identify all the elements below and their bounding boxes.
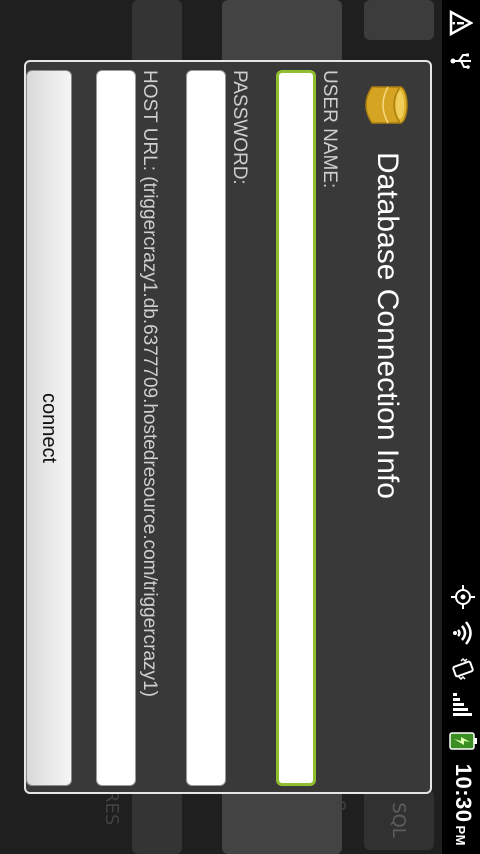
connect-button[interactable]: connect	[26, 70, 72, 786]
dialog-title: Database Connection Info	[371, 152, 404, 499]
host-url-label: HOST URL: (triggercrazy1.db.6377709.host…	[139, 70, 160, 697]
gps-icon	[450, 584, 476, 610]
password-label: PASSWORD:	[229, 70, 250, 185]
connection-dialog: Database Connection Info USER NAME: PASS…	[24, 60, 432, 794]
vibrate-icon	[450, 656, 476, 682]
usb-icon	[448, 48, 474, 74]
screen: 10:30PM SQL e RES Database Connection In…	[0, 0, 480, 854]
battery-icon	[449, 728, 477, 754]
username-label: USER NAME:	[319, 70, 340, 189]
clock: 10:30PM	[450, 764, 476, 846]
wifi-icon	[450, 620, 476, 646]
warning-icon	[448, 10, 474, 36]
host-url-field[interactable]	[96, 70, 136, 786]
status-bar: 10:30PM	[442, 0, 480, 854]
dialog-header: Database Connection Info	[342, 62, 430, 792]
database-icon	[365, 86, 408, 124]
clock-time: 10:30	[451, 763, 476, 823]
connect-button-label: connect	[38, 392, 61, 464]
password-field[interactable]	[186, 70, 226, 786]
signal-icon	[450, 692, 476, 718]
username-field[interactable]	[276, 70, 316, 786]
clock-ampm: PM	[453, 825, 468, 847]
